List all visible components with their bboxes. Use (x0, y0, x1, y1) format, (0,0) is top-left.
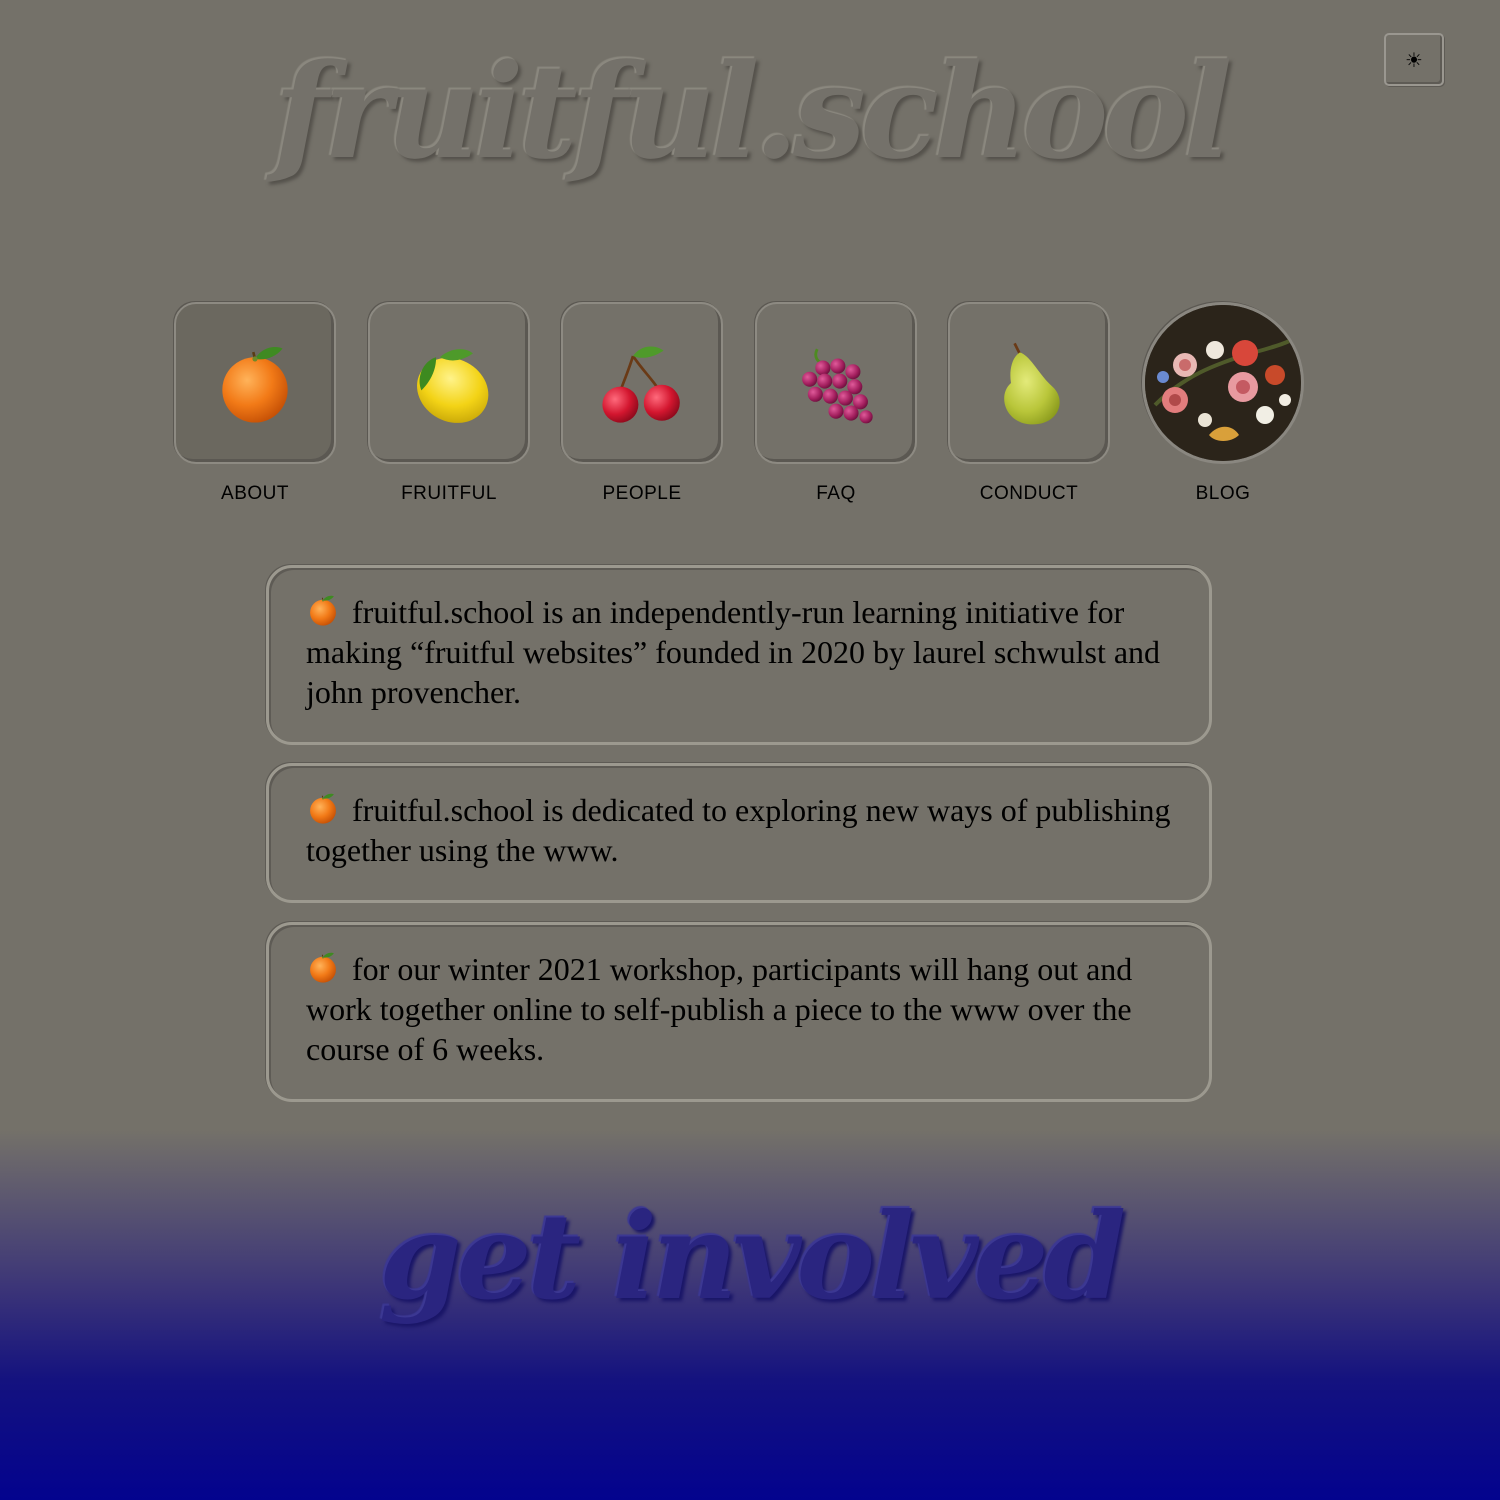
nav-item-about[interactable]: ABOUT (174, 302, 336, 505)
nav-item-conduct[interactable]: CONDUCT (948, 302, 1110, 505)
nav-label-conduct: CONDUCT (979, 483, 1079, 504)
nav-label-blog: BLOG (1195, 483, 1251, 504)
orange-icon (306, 791, 340, 825)
nav-tile-conduct[interactable] (948, 302, 1110, 464)
site-title: fruitful.school (273, 35, 1232, 188)
nav-tile-faq[interactable] (755, 302, 917, 464)
nav-tile-blog[interactable] (1142, 302, 1304, 464)
nav-item-people[interactable]: PEOPLE (561, 302, 723, 505)
orange-icon (306, 593, 340, 627)
about-card: fruitful.school is an independently-run … (266, 565, 1212, 745)
get-involved-heading: get involved (378, 1187, 1126, 1326)
nav-tile-people[interactable] (561, 302, 723, 464)
main-nav: ABOUT FRUITFUL PEOPLE FAQ CONDUCT BLOG (174, 302, 1306, 512)
nav-label-people: PEOPLE (602, 483, 682, 504)
nav-label-fruitful: FRUITFUL (401, 483, 497, 504)
nav-item-faq[interactable]: FAQ (755, 302, 917, 505)
grapes-icon (789, 336, 883, 430)
about-paragraph: fruitful.school is an independently-run … (306, 594, 1161, 710)
orange-icon (212, 340, 298, 426)
about-paragraph: for our winter 2021 workshop, participan… (306, 951, 1133, 1067)
nav-label-faq: FAQ (816, 483, 856, 504)
orange-icon (306, 950, 340, 984)
flower-painting-image (1145, 305, 1301, 461)
pear-icon (984, 338, 1074, 428)
nav-tile-about[interactable] (174, 302, 336, 464)
cherries-icon (597, 338, 687, 428)
nav-tile-fruitful[interactable] (368, 302, 530, 464)
about-card: fruitful.school is dedicated to explorin… (266, 763, 1212, 903)
about-paragraph: fruitful.school is dedicated to explorin… (306, 792, 1171, 868)
nav-label-about: ABOUT (221, 483, 289, 504)
nav-item-blog[interactable]: BLOG (1142, 302, 1304, 505)
nav-item-fruitful[interactable]: FRUITFUL (368, 302, 530, 505)
about-card: for our winter 2021 workshop, participan… (266, 922, 1212, 1102)
lemon-icon (403, 337, 495, 429)
